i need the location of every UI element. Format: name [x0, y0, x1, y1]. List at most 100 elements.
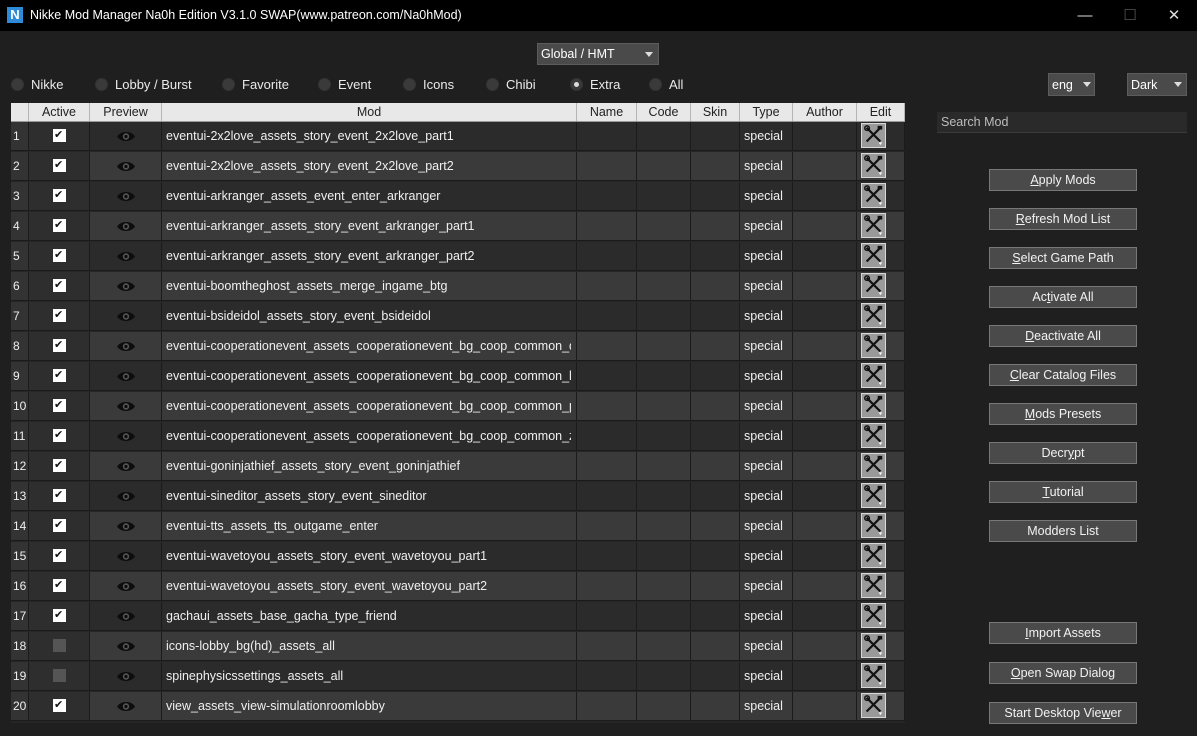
- active-checkbox[interactable]: [53, 218, 66, 232]
- active-checkbox[interactable]: [53, 338, 66, 352]
- column-header-type[interactable]: Type: [740, 103, 793, 121]
- table-row[interactable]: 16 eventui-wavetoyou_assets_story_event_w…: [11, 572, 905, 602]
- table-row[interactable]: 6 eventui-boomtheghost_assets_merge_ingam…: [11, 272, 905, 302]
- active-checkbox[interactable]: [53, 158, 66, 172]
- theme-select[interactable]: Dark: [1127, 73, 1187, 96]
- decrypt-button[interactable]: Decrypt: [989, 442, 1137, 464]
- tools-icon[interactable]: [861, 363, 886, 388]
- eye-icon[interactable]: [116, 160, 136, 173]
- open-swap-dialog-button[interactable]: Open Swap Dialog: [989, 662, 1137, 684]
- tools-icon[interactable]: [861, 213, 886, 238]
- eye-icon[interactable]: [116, 520, 136, 533]
- radio-button[interactable]: [486, 78, 499, 91]
- active-checkbox[interactable]: [53, 518, 66, 532]
- eye-icon[interactable]: [116, 250, 136, 263]
- eye-icon[interactable]: [116, 700, 136, 713]
- active-checkbox[interactable]: [53, 368, 66, 382]
- active-checkbox[interactable]: [53, 278, 66, 292]
- tools-icon[interactable]: [861, 243, 886, 268]
- column-header-author[interactable]: Author: [793, 103, 857, 121]
- table-row[interactable]: 10 eventui-cooperationevent_assets_cooper…: [11, 392, 905, 422]
- minimize-button[interactable]: —: [1062, 0, 1108, 31]
- radio-button[interactable]: [95, 78, 108, 91]
- apply-mods-button[interactable]: Apply Mods: [989, 169, 1137, 191]
- tools-icon[interactable]: [861, 153, 886, 178]
- eye-icon[interactable]: [116, 460, 136, 473]
- tools-icon[interactable]: [861, 273, 886, 298]
- select-game-path-button[interactable]: Select Game Path: [989, 247, 1137, 269]
- eye-icon[interactable]: [116, 370, 136, 383]
- table-row[interactable]: 14 eventui-tts_assets_tts_outgame_enter sp…: [11, 512, 905, 542]
- eye-icon[interactable]: [116, 610, 136, 623]
- table-row[interactable]: 15 eventui-wavetoyou_assets_story_event_w…: [11, 542, 905, 572]
- active-checkbox[interactable]: [53, 398, 66, 412]
- active-checkbox[interactable]: [53, 308, 66, 322]
- eye-icon[interactable]: [116, 220, 136, 233]
- radio-button[interactable]: [222, 78, 235, 91]
- radio-button[interactable]: [570, 78, 583, 91]
- mods-presets-button[interactable]: Mods Presets: [989, 403, 1137, 425]
- tools-icon[interactable]: [861, 333, 886, 358]
- search-input[interactable]: Search Mod: [937, 112, 1187, 133]
- clear-catalog-files-button[interactable]: Clear Catalog Files: [989, 364, 1137, 386]
- tools-icon[interactable]: [861, 123, 886, 148]
- maximize-button[interactable]: ☐: [1107, 0, 1153, 31]
- tools-icon[interactable]: [861, 453, 886, 478]
- eye-icon[interactable]: [116, 340, 136, 353]
- column-header-name[interactable]: Name: [577, 103, 637, 121]
- tools-icon[interactable]: [861, 423, 886, 448]
- start-desktop-viewer-button[interactable]: Start Desktop Viewer: [989, 702, 1137, 724]
- tools-icon[interactable]: [861, 663, 886, 688]
- eye-icon[interactable]: [116, 490, 136, 503]
- active-checkbox[interactable]: [53, 669, 66, 682]
- eye-icon[interactable]: [116, 130, 136, 143]
- table-row[interactable]: 13 eventui-sineditor_assets_story_event_s…: [11, 482, 905, 512]
- table-row[interactable]: 8 eventui-cooperationevent_assets_coopera…: [11, 332, 905, 362]
- close-button[interactable]: ✕: [1151, 0, 1197, 31]
- region-select[interactable]: Global / HMT: [537, 43, 659, 65]
- language-select[interactable]: eng: [1048, 73, 1095, 96]
- table-row[interactable]: 9 eventui-cooperationevent_assets_coopera…: [11, 362, 905, 392]
- eye-icon[interactable]: [116, 550, 136, 563]
- table-row[interactable]: 2 eventui-2x2love_assets_story_event_2x2l…: [11, 152, 905, 182]
- column-header-index[interactable]: [11, 103, 29, 121]
- eye-icon[interactable]: [116, 640, 136, 653]
- column-header-preview[interactable]: Preview: [90, 103, 162, 121]
- tools-icon[interactable]: [861, 543, 886, 568]
- import-assets-button[interactable]: Import Assets: [989, 622, 1137, 644]
- eye-icon[interactable]: [116, 310, 136, 323]
- tools-icon[interactable]: [861, 183, 886, 208]
- active-checkbox[interactable]: [53, 428, 66, 442]
- active-checkbox[interactable]: [53, 128, 66, 142]
- active-checkbox[interactable]: [53, 458, 66, 472]
- table-row[interactable]: 20 view_assets_view-simulationroomlobby sp…: [11, 692, 905, 722]
- active-checkbox[interactable]: [53, 698, 66, 712]
- tools-icon[interactable]: [861, 483, 886, 508]
- table-row[interactable]: 17 gachaui_assets_base_gacha_type_friend s…: [11, 602, 905, 632]
- active-checkbox[interactable]: [53, 548, 66, 562]
- active-checkbox[interactable]: [53, 578, 66, 592]
- tools-icon[interactable]: [861, 303, 886, 328]
- table-row[interactable]: 3 eventui-arkranger_assets_event_enter_ar…: [11, 182, 905, 212]
- table-row[interactable]: 7 eventui-bsideidol_assets_story_event_bs…: [11, 302, 905, 332]
- tools-icon[interactable]: [861, 633, 886, 658]
- column-header-mod[interactable]: Mod: [162, 103, 577, 121]
- radio-button[interactable]: [649, 78, 662, 91]
- table-row[interactable]: 1 eventui-2x2love_assets_story_event_2x2l…: [11, 122, 905, 152]
- column-header-skin[interactable]: Skin: [691, 103, 740, 121]
- refresh-mod-list-button[interactable]: Refresh Mod List: [989, 208, 1137, 230]
- active-checkbox[interactable]: [53, 248, 66, 262]
- tools-icon[interactable]: [861, 603, 886, 628]
- tools-icon[interactable]: [861, 393, 886, 418]
- active-checkbox[interactable]: [53, 488, 66, 502]
- table-row[interactable]: 18 icons-lobby_bg(hd)_assets_all special: [11, 632, 905, 662]
- active-checkbox[interactable]: [53, 188, 66, 202]
- column-header-active[interactable]: Active: [29, 103, 90, 121]
- column-header-edit[interactable]: Edit: [857, 103, 905, 121]
- activate-all-button[interactable]: Activate All: [989, 286, 1137, 308]
- table-row[interactable]: 5 eventui-arkranger_assets_story_event_ar…: [11, 242, 905, 272]
- active-checkbox[interactable]: [53, 639, 66, 652]
- table-row[interactable]: 4 eventui-arkranger_assets_story_event_ar…: [11, 212, 905, 242]
- tools-icon[interactable]: [861, 693, 886, 718]
- table-row[interactable]: 19 spinephysicssettings_assets_all special: [11, 662, 905, 692]
